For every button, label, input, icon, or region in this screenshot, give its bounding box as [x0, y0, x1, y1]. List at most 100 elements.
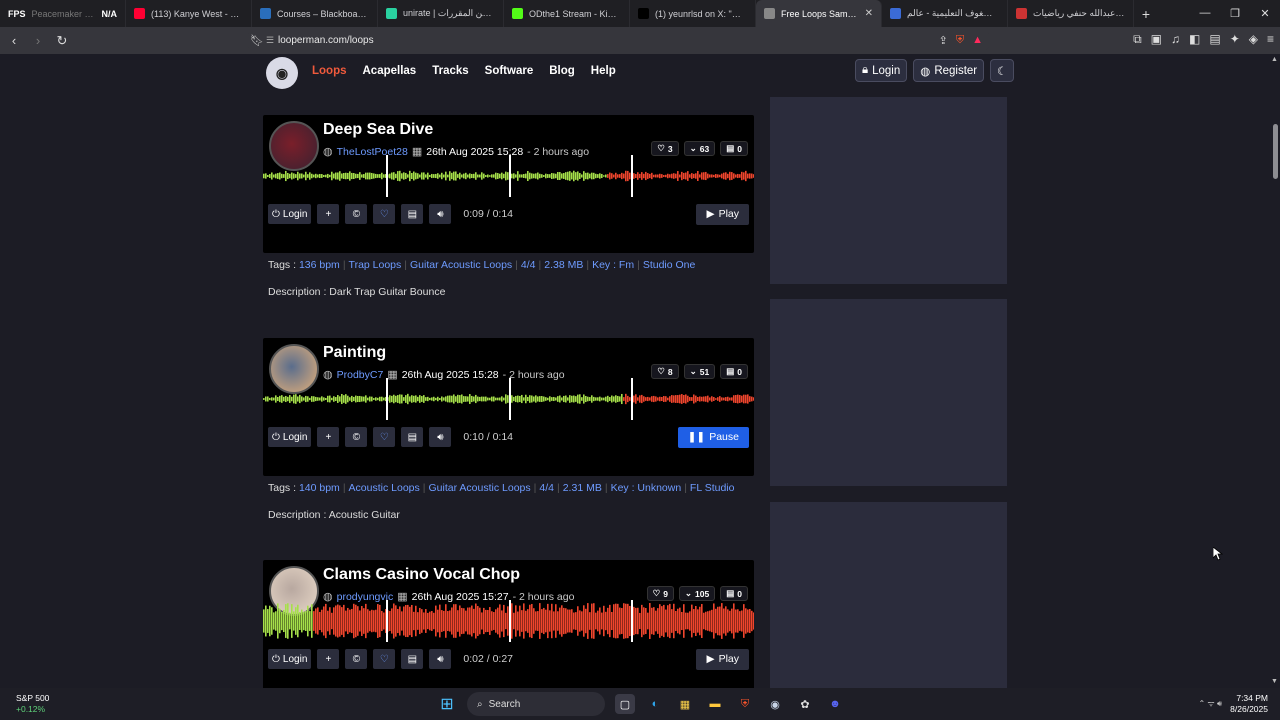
extensions-icon[interactable]: ⧉: [1133, 32, 1142, 47]
screenshot-icon[interactable]: ▣: [1151, 32, 1162, 47]
tag-link[interactable]: 4/4: [521, 259, 536, 271]
leo-ai-icon[interactable]: ✦: [1230, 32, 1240, 47]
tag-link[interactable]: Studio One: [643, 259, 696, 271]
tag-link[interactable]: FL Studio: [690, 482, 735, 494]
stock-widget[interactable]: S&P 500 +0.12%: [16, 693, 49, 715]
header-register-button[interactable]: ◍ Register: [913, 59, 985, 82]
windows-start-icon[interactable]: ⊞: [437, 694, 457, 714]
play-button[interactable]: ▶ Play: [696, 648, 749, 670]
copyright-icon[interactable]: ©: [345, 204, 368, 224]
waveform[interactable]: [263, 378, 754, 420]
url-text[interactable]: looperman.com/loops: [278, 35, 374, 46]
tag-link[interactable]: Guitar Acoustic Loops: [410, 259, 512, 271]
url-bar[interactable]: 🔖︎ ☰ looperman.com/loops ⇪ ⛨ ▲: [246, 30, 991, 51]
browser-tab[interactable]: FPS Peacemaker – S1 · E3N/A: [0, 0, 126, 27]
loop-title[interactable]: Clams Casino Vocal Chop: [323, 566, 520, 584]
header-login-button[interactable]: 🔒︎ Login: [855, 59, 908, 82]
favorite-icon[interactable]: ♡: [373, 649, 396, 669]
media-icon[interactable]: ♫: [1171, 32, 1180, 47]
close-tab-icon[interactable]: ✕: [865, 8, 873, 19]
browser-tab[interactable]: unirate | البحث عن المقررات: [378, 0, 504, 27]
looperman-logo[interactable]: ◉: [266, 57, 298, 89]
store-icon[interactable]: ▦: [675, 694, 695, 714]
taskbar-clock[interactable]: 7:34 PM 8/26/2025: [1230, 693, 1268, 715]
tag-link[interactable]: 140 bpm: [299, 482, 340, 494]
browser-tab[interactable]: ODthe1 Stream - Kick Das: [504, 0, 630, 27]
brave-icon[interactable]: ⛨: [735, 694, 755, 714]
tag-link[interactable]: Key : Unknown: [611, 482, 682, 494]
reload-button[interactable]: ↻: [52, 33, 72, 49]
file-explorer-icon[interactable]: ▬: [705, 694, 725, 714]
forward-button[interactable]: ›: [28, 33, 48, 48]
browser-tab[interactable]: (113) Kanye West - Off The: [126, 0, 252, 27]
comment-icon[interactable]: ▤: [401, 204, 424, 224]
pause-button[interactable]: ❚❚ Pause: [677, 426, 749, 448]
tag-link[interactable]: Trap Loops: [349, 259, 402, 271]
system-tray[interactable]: ⌃ ᯤ 🔊︎: [1199, 698, 1223, 709]
browser-tab[interactable]: منصة شغوف التعليمية - عالم: [882, 0, 1008, 27]
comment-icon[interactable]: ▤: [401, 427, 424, 447]
loop-title[interactable]: Deep Sea Dive: [323, 121, 433, 139]
nav-link-software[interactable]: Software: [485, 65, 534, 77]
tag-link[interactable]: Acoustic Loops: [349, 482, 420, 494]
browser-tab[interactable]: عبدالله حنفي رياضيات - ch: [1008, 0, 1134, 27]
nav-link-help[interactable]: Help: [591, 65, 616, 77]
add-icon[interactable]: +: [317, 204, 340, 224]
favorite-icon[interactable]: ♡: [373, 204, 396, 224]
browser-tab[interactable]: Courses – Blackboard Lear: [252, 0, 378, 27]
taskbar-search[interactable]: ⌕ Search: [467, 692, 605, 716]
play-button[interactable]: ▶ Play: [696, 203, 749, 225]
vpn-icon[interactable]: ◈: [1249, 32, 1258, 47]
bookmark-icon[interactable]: 🔖︎: [250, 34, 264, 47]
share-icon[interactable]: ⇪: [939, 34, 948, 47]
new-tab-button[interactable]: +: [1134, 6, 1158, 22]
copyright-icon[interactable]: ©: [345, 649, 368, 669]
scrollbar-thumb[interactable]: [1273, 124, 1278, 179]
comment-icon[interactable]: ▤: [401, 649, 424, 669]
tag-link[interactable]: Key : Fm: [592, 259, 634, 271]
volume-icon[interactable]: 🔊︎: [429, 649, 452, 669]
menu-icon[interactable]: ≡: [1267, 32, 1274, 47]
scroll-down-icon[interactable]: ▼: [1271, 678, 1278, 685]
steam-icon[interactable]: ◉: [765, 694, 785, 714]
back-button[interactable]: ‹: [4, 33, 24, 48]
favorite-icon[interactable]: ♡: [373, 427, 396, 447]
add-icon[interactable]: +: [317, 649, 340, 669]
page-scrollbar[interactable]: ▲ ▼: [1270, 54, 1280, 688]
sidebar-icon[interactable]: ◧: [1189, 32, 1200, 47]
site-info-icon[interactable]: ☰: [266, 35, 274, 46]
waveform[interactable]: [263, 155, 754, 197]
copyright-icon[interactable]: ©: [345, 427, 368, 447]
wallet-icon[interactable]: ▤: [1209, 32, 1220, 47]
tag-link[interactable]: 2.38 MB: [544, 259, 583, 271]
add-icon[interactable]: +: [317, 427, 340, 447]
task-view-icon[interactable]: ▢: [615, 694, 635, 714]
card-login-button[interactable]: ⏻ Login: [268, 204, 312, 224]
nav-link-acapellas[interactable]: Acapellas: [363, 65, 417, 77]
dark-mode-toggle[interactable]: ☾: [990, 59, 1015, 82]
waveform[interactable]: [263, 600, 754, 642]
tag-link[interactable]: Guitar Acoustic Loops: [429, 482, 531, 494]
tag-link[interactable]: 136 bpm: [299, 259, 340, 271]
tag-link[interactable]: 2.31 MB: [563, 482, 602, 494]
loop-title[interactable]: Painting: [323, 344, 386, 362]
nav-link-loops[interactable]: Loops: [312, 65, 347, 77]
card-login-button[interactable]: ⏻ Login: [268, 427, 312, 447]
edge-icon[interactable]: ◐: [645, 694, 665, 714]
nav-link-tracks[interactable]: Tracks: [432, 65, 468, 77]
app-icon[interactable]: ✿: [795, 694, 815, 714]
card-login-button[interactable]: ⏻ Login: [268, 649, 312, 669]
browser-tab[interactable]: (1) yeunrlsd on X: "Off The: [630, 0, 756, 27]
maximize-button[interactable]: ❐: [1220, 7, 1250, 20]
nav-link-blog[interactable]: Blog: [549, 65, 575, 77]
brave-shield-icon[interactable]: ⛨: [956, 34, 964, 47]
volume-icon[interactable]: 🔊︎: [429, 204, 452, 224]
tag-link[interactable]: 4/4: [539, 482, 554, 494]
volume-icon[interactable]: 🔊︎: [429, 427, 452, 447]
minimize-button[interactable]: —: [1190, 7, 1220, 20]
scroll-up-icon[interactable]: ▲: [1271, 56, 1278, 63]
browser-tab[interactable]: Free Loops Samples ✕: [756, 0, 882, 27]
discord-icon[interactable]: ☻: [825, 694, 845, 714]
brave-rewards-icon[interactable]: ▲: [972, 34, 983, 47]
close-window-button[interactable]: ✕: [1250, 7, 1280, 20]
